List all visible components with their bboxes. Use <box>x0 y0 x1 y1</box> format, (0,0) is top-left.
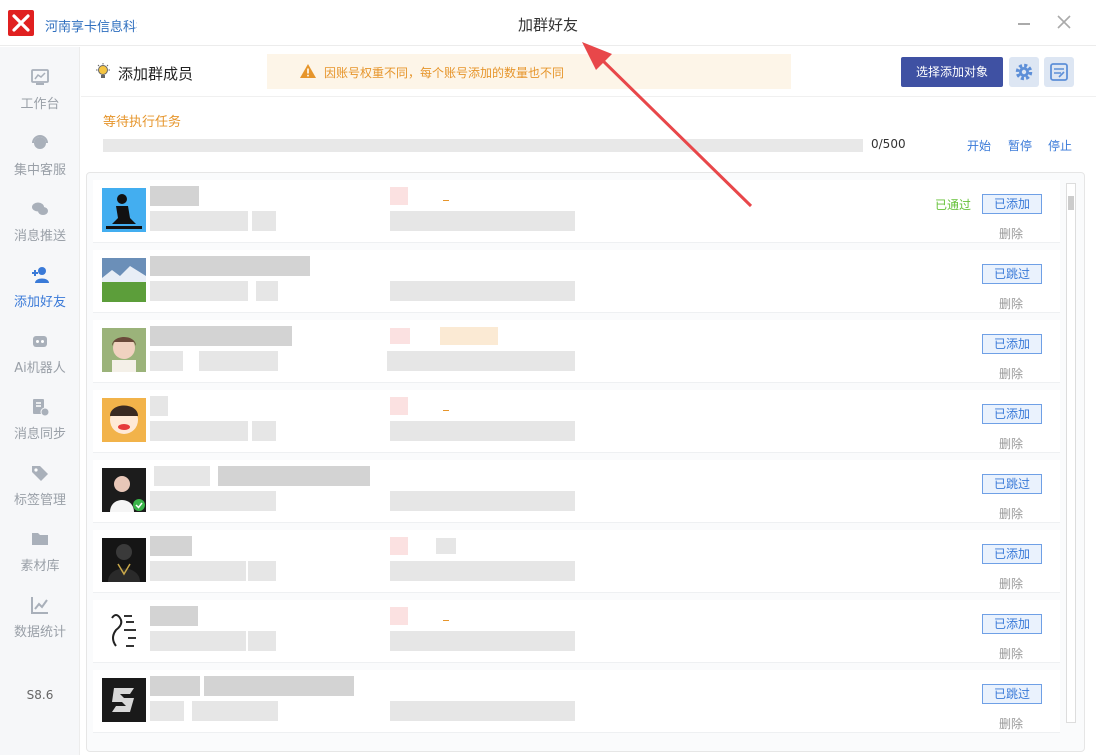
list-item: 已添加 删除 <box>93 320 1060 383</box>
member-list: 已通过 已添加 删除 已跳过 删除 已添加 删除 已添加 删除 已跳过 删除 已… <box>86 172 1085 752</box>
tag-icon <box>32 466 48 481</box>
lightbulb-icon <box>96 63 110 78</box>
avatar <box>102 258 146 302</box>
sidebar-item-statistics[interactable]: 数据统计 <box>0 595 80 655</box>
folder-icon <box>32 533 48 545</box>
sidebar: 工作台 集中客服 消息推送 添加好友 Ai机器人 消息同步 标签管理 素材库 数… <box>0 47 80 755</box>
list-item: 已跳过 删除 <box>93 460 1060 523</box>
settings-button[interactable] <box>1009 57 1039 87</box>
list-item: 已通过 已添加 删除 <box>93 180 1060 243</box>
stop-link[interactable]: 停止 <box>1048 137 1072 154</box>
page-title: 添加群成员 <box>118 65 194 83</box>
sidebar-item-add-friend[interactable]: 添加好友 <box>0 265 80 325</box>
sidebar-item-material-library[interactable]: 素材库 <box>0 529 80 589</box>
delete-link[interactable]: 删除 <box>999 435 1023 452</box>
sidebar-item-message-push[interactable]: 消息推送 <box>0 199 80 259</box>
note-icon <box>1050 63 1068 81</box>
warning-banner: 因账号权重不同，每个账号添加的数量也不同 <box>267 54 791 89</box>
close-icon <box>1057 15 1071 29</box>
status-tag: 已跳过 <box>982 684 1042 704</box>
dashboard-icon <box>31 69 49 85</box>
sidebar-item-customer-service[interactable]: 集中客服 <box>0 133 80 193</box>
close-button[interactable] <box>1052 10 1076 34</box>
version-label: S8.6 <box>26 688 54 702</box>
status-tag: 已跳过 <box>982 264 1042 284</box>
sidebar-item-label: 添加好友 <box>13 295 66 310</box>
delete-link[interactable]: 删除 <box>999 715 1023 732</box>
list-item: 已添加 删除 <box>93 530 1060 593</box>
progress-count: 0/500 <box>871 137 906 151</box>
delete-link[interactable]: 删除 <box>999 225 1023 242</box>
line-chart-icon <box>31 597 48 614</box>
list-item: 已跳过 删除 <box>93 670 1060 733</box>
status-text: 已通过 <box>935 198 972 212</box>
warning-text: 因账号权重不同，每个账号添加的数量也不同 <box>324 66 565 80</box>
avatar <box>102 538 146 582</box>
list-item: 已添加 删除 <box>93 390 1060 453</box>
title-bar: 河南享卡信息科技 加群好友 <box>0 0 1096 46</box>
select-target-button[interactable]: 选择添加对象 <box>901 57 1003 87</box>
status-tag: 已添加 <box>982 334 1042 354</box>
avatar <box>102 678 146 722</box>
status-tag: 已添加 <box>982 614 1042 634</box>
avatar <box>102 468 146 512</box>
robot-icon <box>33 336 47 347</box>
scrollbar-thumb[interactable] <box>1068 196 1074 210</box>
task-label: 等待执行任务 <box>103 115 182 130</box>
sidebar-item-tag-management[interactable]: 标签管理 <box>0 463 80 523</box>
status-tag: 已添加 <box>982 404 1042 424</box>
list-item: 已跳过 删除 <box>93 250 1060 313</box>
sidebar-item-label: 消息推送 <box>13 229 66 244</box>
notes-button[interactable] <box>1044 57 1074 87</box>
customer-service-icon <box>32 135 48 149</box>
delete-link[interactable]: 删除 <box>999 295 1023 312</box>
gear-icon <box>1015 63 1033 81</box>
sidebar-item-dashboard[interactable]: 工作台 <box>0 67 80 127</box>
content-header: 添加群成员 因账号权重不同，每个账号添加的数量也不同 选择添加对象 <box>81 47 1096 97</box>
status-tag: 已跳过 <box>982 474 1042 494</box>
pause-link[interactable]: 暂停 <box>1008 137 1032 154</box>
status-tag: 已添加 <box>982 194 1042 214</box>
minimize-icon <box>1018 23 1030 25</box>
delete-link[interactable]: 删除 <box>999 505 1023 522</box>
delete-link[interactable]: 删除 <box>999 575 1023 592</box>
status-tag: 已添加 <box>982 544 1042 564</box>
window-title: 加群好友 <box>517 16 578 34</box>
sync-document-icon <box>33 399 50 417</box>
avatar <box>102 328 146 372</box>
sidebar-item-message-sync[interactable]: 消息同步 <box>0 397 80 457</box>
sidebar-item-ai-robot[interactable]: Ai机器人 <box>0 331 80 391</box>
start-link[interactable]: 开始 <box>967 137 991 154</box>
sidebar-item-label: 工作台 <box>20 97 60 112</box>
warning-icon <box>300 64 316 78</box>
chat-bubbles-icon <box>32 202 48 215</box>
task-progress-bar <box>103 139 863 152</box>
minimize-button[interactable] <box>1012 10 1036 34</box>
avatar <box>102 398 146 442</box>
avatar <box>102 608 146 652</box>
sidebar-item-label: 素材库 <box>20 559 60 574</box>
sidebar-item-label: Ai机器人 <box>14 361 66 376</box>
delete-link[interactable]: 删除 <box>999 645 1023 662</box>
sidebar-item-label: 消息同步 <box>13 427 66 442</box>
sidebar-item-label: 标签管理 <box>13 493 66 508</box>
list-scrollbar[interactable] <box>1066 183 1076 723</box>
add-user-icon <box>32 267 49 283</box>
delete-link[interactable]: 删除 <box>999 365 1023 382</box>
list-item: 已添加 删除 <box>93 600 1060 663</box>
sidebar-item-label: 数据统计 <box>13 625 66 640</box>
sidebar-item-label: 集中客服 <box>13 163 66 178</box>
avatar <box>102 188 146 232</box>
